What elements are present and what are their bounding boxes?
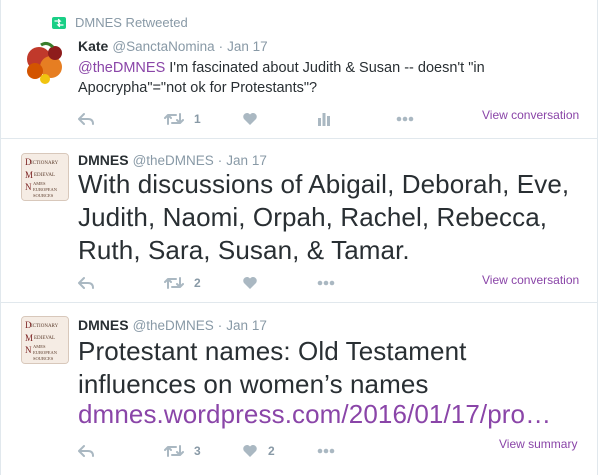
tweet-text: Protestant names: Old Testament influenc… (78, 336, 467, 399)
screen-name[interactable]: @theDMNES (133, 318, 214, 333)
view-conversation-link[interactable]: View conversation (482, 273, 579, 287)
retweet-context-icon (52, 16, 66, 29)
svg-text:AMES: AMES (33, 344, 46, 349)
tweet-header: DMNES @theDMNES · Jan 17 (78, 317, 267, 333)
svg-text:SOURCES: SOURCES (33, 193, 54, 198)
more-icon (396, 116, 414, 122)
reply-icon (78, 276, 94, 290)
screen-name[interactable]: @SanctaNomina (112, 39, 214, 54)
retweet-context-label[interactable]: DMNES Retweeted (75, 15, 188, 30)
like-button[interactable] (242, 273, 258, 293)
tweet-header: DMNES @theDMNES · Jan 17 (78, 152, 267, 168)
separator-dot: · (218, 39, 224, 54)
view-conversation-link[interactable]: View conversation (482, 108, 579, 122)
svg-text:M: M (25, 333, 33, 343)
tweet-link-line: dmnes.wordpress.com/2016/01/17/pro… (78, 398, 578, 431)
separator-dot: · (217, 318, 223, 333)
separator-dot: · (217, 153, 223, 168)
svg-text:EDIEVAL: EDIEVAL (34, 336, 55, 341)
heart-icon (242, 276, 258, 290)
fullname[interactable]: DMNES (78, 317, 129, 333)
more-icon (317, 280, 335, 286)
svg-text:EUROPEAN: EUROPEAN (33, 187, 58, 192)
retweet-icon (164, 276, 184, 290)
tweet-text: @theDMNES I'm fascinated about Judith & … (78, 58, 578, 98)
svg-text:AMES: AMES (33, 181, 46, 186)
retweet-icon (164, 112, 184, 126)
retweet-count: 1 (194, 112, 201, 126)
retweet-button[interactable]: 2 (164, 273, 201, 293)
avatar[interactable]: D ICTIONARY M EDIEVAL N AMES EUROPEAN SO… (21, 316, 69, 364)
reply-button[interactable] (78, 273, 94, 293)
svg-text:EUROPEAN: EUROPEAN (33, 350, 58, 355)
like-button[interactable] (242, 109, 258, 129)
timeline: DMNES Retweeted Kate @SanctaNomina · Jan… (0, 0, 598, 475)
svg-text:SOURCES: SOURCES (33, 356, 54, 361)
fullname[interactable]: Kate (78, 38, 108, 54)
retweet-context: DMNES Retweeted (52, 15, 188, 30)
more-button[interactable] (396, 109, 414, 129)
retweet-count: 2 (194, 276, 201, 290)
timestamp[interactable]: Jan 17 (226, 153, 267, 168)
analytics-button[interactable] (317, 109, 331, 129)
tweet[interactable]: D ICTIONARY M EDIEVAL N AMES EUROPEAN SO… (1, 303, 597, 475)
avatar[interactable] (21, 39, 69, 87)
svg-text:ICTIONARY: ICTIONARY (31, 324, 59, 329)
heart-icon (242, 444, 258, 458)
tweet-text: With discussions of Abigail, Deborah, Ev… (78, 169, 570, 265)
screen-name[interactable]: @theDMNES (133, 153, 214, 168)
retweet-button[interactable]: 1 (164, 109, 201, 129)
reply-icon (78, 112, 94, 126)
like-button[interactable]: 2 (242, 441, 275, 461)
more-button[interactable] (317, 441, 335, 461)
svg-text:N: N (25, 182, 32, 192)
svg-text:N: N (25, 345, 32, 355)
retweet-button[interactable]: 3 (164, 441, 201, 461)
svg-text:M: M (25, 170, 33, 180)
reply-button[interactable] (78, 109, 94, 129)
tweet[interactable]: D ICTIONARY M EDIEVAL N AMES EUROPEAN SO… (1, 139, 597, 303)
retweet-icon (164, 444, 184, 458)
mention-link[interactable]: @theDMNES (78, 60, 165, 76)
more-icon (317, 448, 335, 454)
retweet-count: 3 (194, 444, 201, 458)
analytics-icon (317, 112, 331, 126)
timestamp[interactable]: Jan 17 (226, 318, 267, 333)
reply-button[interactable] (78, 441, 94, 461)
tweet-header: Kate @SanctaNomina · Jan 17 (78, 38, 268, 54)
svg-text:ICTIONARY: ICTIONARY (31, 161, 59, 166)
more-button[interactable] (317, 273, 335, 293)
tweet-link[interactable]: dmnes.wordpress.com/2016/01/17/pro… (78, 399, 551, 429)
reply-icon (78, 444, 94, 458)
fullname[interactable]: DMNES (78, 152, 129, 168)
view-summary-link[interactable]: View summary (499, 437, 577, 451)
avatar[interactable]: D ICTIONARY M EDIEVAL N AMES EUROPEAN SO… (21, 153, 69, 201)
heart-icon (242, 112, 258, 126)
like-count: 2 (268, 444, 275, 458)
tweet[interactable]: DMNES Retweeted Kate @SanctaNomina · Jan… (1, 0, 597, 139)
timestamp[interactable]: Jan 17 (227, 39, 268, 54)
svg-text:EDIEVAL: EDIEVAL (34, 173, 55, 178)
